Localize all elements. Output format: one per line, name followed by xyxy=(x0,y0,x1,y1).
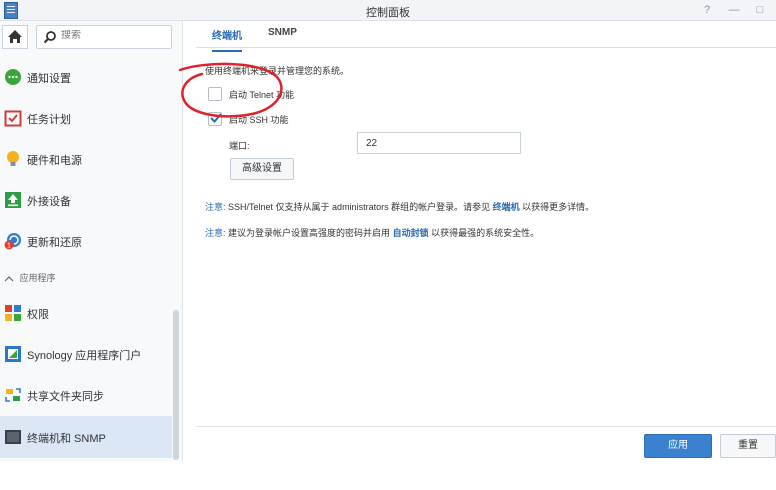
sidebar-item-task-scheduler[interactable]: 任务计划 xyxy=(0,98,172,138)
note-text: SSH/Telnet 仅支持从属于 administrators 群组的帐户登录… xyxy=(228,202,491,212)
upload-icon xyxy=(5,192,21,208)
search-icon xyxy=(43,31,56,44)
lightbulb-icon xyxy=(7,151,19,166)
note-security: 注意: 建议为登录帐户设置高强度的密码并启用 自动封锁 以获得最强的系统安全性。 xyxy=(205,226,539,239)
chevron-up-icon xyxy=(4,275,14,282)
sidebar-item-label: 硬件和电源 xyxy=(27,155,82,167)
sidebar-item-label: 共享文件夹同步 xyxy=(27,391,104,403)
window-title: 控制面板 xyxy=(366,7,410,19)
note-ssh-telnet: 注意: SSH/Telnet 仅支持从属于 administrators 群组的… xyxy=(205,200,594,213)
tab-terminal[interactable]: 终端机 xyxy=(212,27,242,52)
sidebar-item-app-portal[interactable]: Synology 应用程序门户 xyxy=(0,334,172,374)
search-box[interactable] xyxy=(36,25,172,49)
update-icon: 1 xyxy=(4,233,21,250)
svg-text:1: 1 xyxy=(7,243,11,250)
sidebar-item-notifications[interactable]: 通知设置 xyxy=(0,57,172,97)
note-suffix: 以获得更多详情。 xyxy=(522,202,595,212)
note-text: 建议为登录帐户设置高强度的密码并启用 xyxy=(228,228,391,238)
reset-button[interactable]: 重置 xyxy=(720,434,776,458)
minimize-icon[interactable]: — xyxy=(727,3,741,17)
advanced-settings-button[interactable]: 高级设置 xyxy=(230,158,294,180)
sidebar-item-privileges[interactable]: 权限 xyxy=(0,293,172,333)
calendar-check-icon xyxy=(4,110,22,127)
sidebar-item-hardware-power[interactable]: 硬件和电源 xyxy=(0,139,172,179)
note-suffix: 以获得最强的系统安全性。 xyxy=(431,228,540,238)
sidebar-item-label: 任务计划 xyxy=(27,114,71,126)
section-header-apps[interactable]: 应用程序 xyxy=(4,271,56,284)
sidebar-item-label: 更新和还原 xyxy=(27,237,82,249)
chat-bubble-icon xyxy=(5,69,21,85)
sidebar-item-label: 外接设备 xyxy=(27,196,71,208)
terminal-icon xyxy=(5,430,21,444)
sync-icon xyxy=(5,388,21,402)
footer-divider xyxy=(196,426,776,427)
tab-snmp[interactable]: SNMP xyxy=(268,27,297,46)
sidebar-item-shared-folder-sync[interactable]: 共享文件夹同步 xyxy=(0,375,172,415)
port-input[interactable] xyxy=(357,132,521,154)
sidebar-scrollbar[interactable] xyxy=(173,310,179,460)
sidebar-item-terminal-snmp[interactable]: 终端机和 SNMP xyxy=(0,416,172,458)
port-label: 端口: xyxy=(229,141,250,151)
help-icon[interactable]: ? xyxy=(700,3,714,17)
maximize-icon[interactable]: □ xyxy=(753,3,767,17)
sidebar-item-label: 权限 xyxy=(27,309,49,321)
apply-button[interactable]: 应用 xyxy=(644,434,712,458)
note-prefix: 注意: xyxy=(205,202,226,212)
search-input[interactable] xyxy=(61,30,161,41)
annotation-circle xyxy=(178,62,283,118)
home-icon xyxy=(8,30,22,43)
note-prefix: 注意: xyxy=(205,228,226,238)
terminal-help-link[interactable]: 终端机 xyxy=(493,202,520,212)
section-header-label: 应用程序 xyxy=(19,273,56,283)
home-button[interactable] xyxy=(2,25,28,49)
auto-block-link[interactable]: 自动封锁 xyxy=(393,228,429,238)
sidebar-item-update-restore[interactable]: 1 更新和还原 xyxy=(0,221,172,261)
portal-icon xyxy=(5,346,21,362)
grid-icon xyxy=(5,305,21,321)
sidebar-item-external-devices[interactable]: 外接设备 xyxy=(0,180,172,220)
sidebar-item-label: 通知设置 xyxy=(27,73,71,85)
sidebar-item-label: 终端机和 SNMP xyxy=(27,433,106,445)
sidebar-item-label: Synology 应用程序门户 xyxy=(27,350,142,362)
